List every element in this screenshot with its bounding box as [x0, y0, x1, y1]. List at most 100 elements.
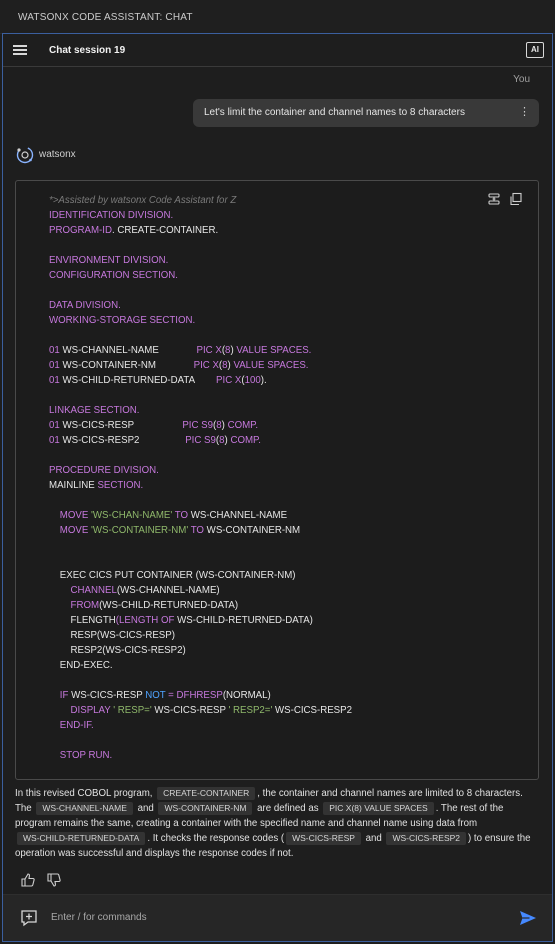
code-line: LINKAGE SECTION.: [49, 403, 352, 418]
add-context-icon[interactable]: [19, 908, 39, 928]
code-line: CHANNEL(WS-CHANNEL-NAME): [49, 583, 352, 598]
code-token: . CREATE-CONTAINER.: [111, 225, 219, 236]
user-message-bubble: Let's limit the container and channel na…: [193, 99, 539, 127]
code-token: ' RESP=': [113, 705, 152, 716]
code-token: MAINLINE: [49, 480, 98, 491]
code-token: IF: [59, 690, 72, 701]
code-line: 01 WS-CICS-RESP PIC S9(8) COMP.: [49, 418, 352, 433]
code-token: NOT: [145, 690, 166, 701]
code-token: WORKING-STORAGE SECTION.: [49, 315, 196, 326]
code-token: 'WS-CONTAINER-NM': [91, 525, 189, 536]
explanation-text: and: [362, 833, 385, 844]
inline-code-chip: WS-CONTAINER-NM: [158, 802, 253, 815]
code-token: 01: [49, 435, 60, 446]
code-line: STOP RUN.: [49, 748, 352, 763]
thumbs-up-icon[interactable]: [20, 872, 36, 888]
explanation-text: are defined as: [254, 803, 322, 814]
code-token: (LENGTH OF: [115, 615, 178, 626]
code-token: ' RESP2=': [228, 705, 273, 716]
code-token: MOVE: [59, 510, 92, 521]
code-token: EXEC CICS PUT CONTAINER (WS-CONTAINER-NM…: [49, 570, 296, 581]
message-composer: [3, 894, 552, 941]
chat-header: Chat session 19 AI: [3, 34, 552, 67]
inline-code-chip: WS-CICS-RESP2: [386, 832, 467, 845]
code-line: RESP2(WS-CICS-RESP2): [49, 643, 352, 658]
code-line: *>Assisted by watsonx Code Assistant for…: [49, 193, 352, 208]
code-line: PROCEDURE DIVISION.: [49, 463, 352, 478]
code-token: WS-CICS-RESP: [71, 690, 146, 701]
code-token: VALUE SPACES.: [233, 360, 309, 371]
thumbs-down-icon[interactable]: [46, 872, 62, 888]
code-content: *>Assisted by watsonx Code Assistant for…: [49, 193, 352, 763]
code-token: WS-CICS-RESP: [59, 420, 183, 431]
code-token: PIC X: [216, 375, 242, 386]
code-line: CONFIGURATION SECTION.: [49, 268, 352, 283]
code-token: PIC X: [193, 360, 219, 371]
inline-code-chip: WS-CHANNEL-NAME: [36, 802, 133, 815]
message-options-icon[interactable]: ⋮: [519, 106, 530, 120]
code-line: DATA DIVISION.: [49, 298, 352, 313]
ai-badge[interactable]: AI: [526, 42, 544, 58]
code-token: PROCEDURE DIVISION.: [49, 465, 159, 476]
code-token: ).: [260, 375, 267, 386]
code-token: FLENGTH: [49, 615, 116, 626]
copy-icon[interactable]: [508, 191, 524, 207]
code-token: TO: [172, 510, 191, 521]
message-input[interactable]: [51, 907, 491, 927]
code-token: COMP.: [230, 435, 261, 446]
code-token: STOP RUN.: [59, 750, 113, 761]
insert-code-icon[interactable]: [486, 191, 502, 207]
code-token: SECTION.: [97, 480, 144, 491]
inline-code-chip: PIC X(8) VALUE SPACES: [323, 802, 434, 815]
code-token: 01: [49, 375, 60, 386]
code-token: = DFHRESP: [165, 690, 223, 701]
code-line: FROM(WS-CHILD-RETURNED-DATA): [49, 598, 352, 613]
code-token: TO: [188, 525, 207, 536]
code-token: 01: [49, 420, 60, 431]
hamburger-menu-icon[interactable]: [11, 42, 29, 58]
code-token: ENVIRONMENT DIVISION.: [49, 255, 169, 266]
code-token: END-EXEC.: [49, 660, 113, 671]
code-token: WS-CHILD-RETURNED-DATA: [59, 375, 217, 386]
code-line: PROGRAM-ID. CREATE-CONTAINER.: [49, 223, 352, 238]
code-token: PIC S9: [185, 435, 216, 446]
send-icon[interactable]: [518, 908, 538, 928]
code-token: 100: [244, 375, 261, 386]
code-token: PROGRAM-ID: [49, 225, 112, 236]
code-token: 'WS-CHAN-NAME': [91, 510, 173, 521]
code-line: EXEC CICS PUT CONTAINER (WS-CONTAINER-NM…: [49, 568, 352, 583]
code-token: WS-CICS-RESP2: [272, 705, 352, 716]
window-title: WATSONX CODE ASSISTANT: CHAT: [0, 0, 555, 34]
code-line: DISPLAY ' RESP=' WS-CICS-RESP ' RESP2=' …: [49, 703, 352, 718]
code-line: ENVIRONMENT DIVISION.: [49, 253, 352, 268]
code-token: WS-CONTAINER-NM: [206, 525, 301, 536]
inline-code-chip: CREATE-CONTAINER: [157, 787, 256, 800]
watsonx-logo-icon: [16, 146, 34, 164]
code-token: (NORMAL): [222, 690, 271, 701]
code-line: IF WS-CICS-RESP NOT = DFHRESP(NORMAL): [49, 688, 352, 703]
code-line: END-IF.: [49, 718, 352, 733]
code-token: COMP.: [227, 420, 259, 431]
code-token: END-IF.: [59, 720, 94, 731]
code-line: 01 WS-CHANNEL-NAME PIC X(8) VALUE SPACES…: [49, 343, 352, 358]
code-token: RESP2(WS-CICS-RESP2): [49, 645, 186, 656]
code-token: FROM: [70, 600, 100, 611]
code-line: END-EXEC.: [49, 658, 352, 673]
code-token: (WS-CHANNEL-NAME): [116, 585, 220, 596]
code-line: IDENTIFICATION DIVISION.: [49, 208, 352, 223]
code-token: WS-CHANNEL-NAME: [59, 345, 197, 356]
code-token: DATA DIVISION.: [49, 300, 121, 311]
